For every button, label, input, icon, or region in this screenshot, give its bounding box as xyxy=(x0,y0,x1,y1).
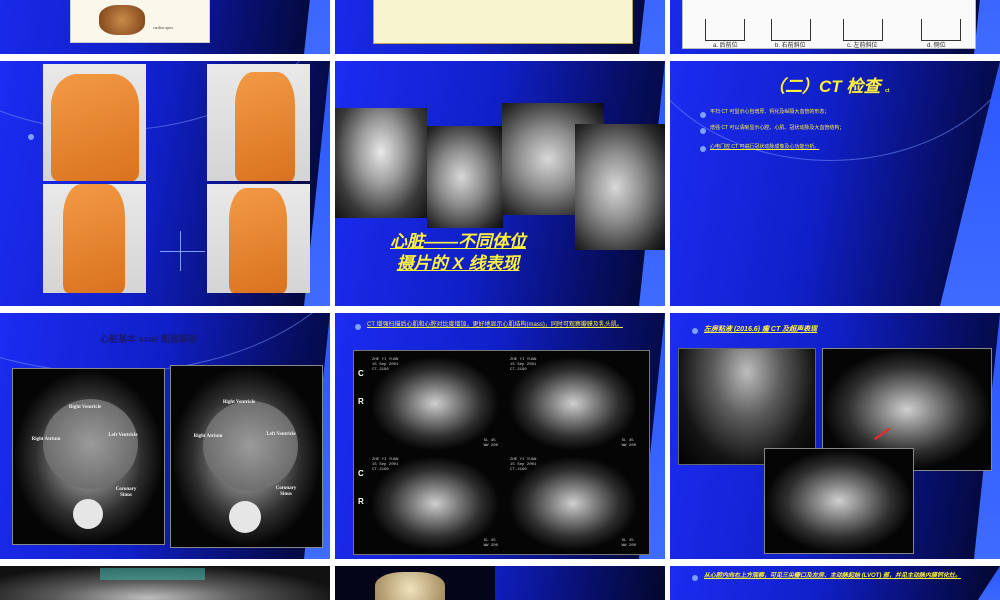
label-right-ventricle: Right Ventricle xyxy=(222,400,256,405)
spine-shadow xyxy=(229,501,261,533)
label-right-atrium: Right Atrium xyxy=(193,434,223,439)
bullet-text-3: 心电门控 CT 可进行冠状动脉成像及心功能分析。 xyxy=(710,144,820,150)
label-right-ventricle: Right Ventricle xyxy=(68,405,102,410)
ct-film-grid: ZHE YI YUAN 15 Sep 2001 CT-2190 SL 45 WW… xyxy=(353,350,650,555)
orientation-marker-r: R xyxy=(358,497,364,506)
diagram-panel xyxy=(373,0,633,44)
slide-r2-c2[interactable]: CT 增强扫描后心肌和心腔对比度增加，更好地显示心肌结构(mass)，同时可观察… xyxy=(335,313,665,559)
bullet-dot xyxy=(700,112,706,118)
heart-shadow xyxy=(203,401,298,491)
view-label-c: c. 左前斜位 xyxy=(847,43,878,49)
label-left-ventricle: Left Ventricle xyxy=(108,433,138,438)
slide-note: 左房粘液 (2016.6) 瘤 CT 及超声表现 xyxy=(704,326,818,333)
bullet-dot xyxy=(692,328,698,334)
slide-corner-decoration xyxy=(974,0,1000,54)
slide-r3-c2[interactable] xyxy=(335,566,665,600)
posture-photo-1 xyxy=(43,64,146,181)
slide-title: 心脏基本 axial 断层解剖 xyxy=(100,334,198,344)
slide-r1-c3[interactable]: （二）CT 检查 ct 平扫 CT 可显示心包增厚、钙化及纵隔大血管的形态； 增… xyxy=(670,61,1000,306)
slide-note: 从心腔内向右上方观察，可见三尖瓣口及左房、主动脉起始 (LVOT) 部，并见主动… xyxy=(704,573,961,579)
ct-panel-1: ZHE YI YUAN 15 Sep 2001 CT-2190 SL 45 WW… xyxy=(370,356,500,451)
heart-specimen-image xyxy=(99,5,145,35)
label-coronary-sinus: Coronary Sinus xyxy=(275,486,297,497)
panel-header: ZHE YI YUAN 15 Sep 2001 CT-2190 xyxy=(372,358,399,372)
slide-note: CT 增强扫描后心肌和心腔对比度增加，更好地显示心肌结构(mass)，同时可观察… xyxy=(367,322,623,328)
slide-r0-c3[interactable]: a. 后前位 b. 右前斜位 c. 左前斜位 d. 侧位 xyxy=(670,0,1000,54)
ct-panel-3: ZHE YI YUAN 15 Sep 2001 CT-2190 SL 45 WW… xyxy=(370,456,500,551)
posture-photo-3 xyxy=(43,184,146,293)
panel-footer: SL 45 WW 200 xyxy=(621,539,636,548)
posture-photo-4 xyxy=(207,184,310,293)
image-overlay-bar xyxy=(100,568,205,580)
title-text: （二）CT 检查 xyxy=(768,77,881,96)
panel-footer: SL 45 WW 200 xyxy=(621,439,636,448)
slide-r1-c2[interactable]: 心脏——不同体位摄片的 X 线表现 xyxy=(335,61,665,306)
heart-outline-d xyxy=(921,19,961,41)
label-coronary-sinus: Coronary Sinus xyxy=(115,487,137,498)
slide-r0-c2[interactable] xyxy=(335,0,665,54)
person-shirt xyxy=(51,74,139,181)
panel-header: ZHE YI YUAN 15 Sep 2001 CT-2190 xyxy=(510,458,537,472)
title-suffix: ct xyxy=(885,88,890,94)
label-right-atrium: Right Atrium xyxy=(31,437,61,442)
illustration-panel: cardiac apex xyxy=(70,0,210,43)
axial-ct-image-left: Right Ventricle Left Ventricle Right Atr… xyxy=(12,368,165,545)
spine-shadow xyxy=(73,499,103,529)
bullet-dot xyxy=(692,575,698,581)
3d-heart-render xyxy=(375,572,445,600)
orientation-marker-c: C xyxy=(358,369,364,378)
panel-header: ZHE YI YUAN 15 Sep 2001 CT-2190 xyxy=(510,358,537,372)
panel-header: ZHE YI YUAN 15 Sep 2001 CT-2190 xyxy=(372,458,399,472)
slide-title: 心脏——不同体位摄片的 X 线表现 xyxy=(390,232,526,273)
slide-r0-c1[interactable]: cardiac apex xyxy=(0,0,330,54)
heart-shadow xyxy=(43,399,138,489)
ct-chest-image-bottom xyxy=(764,448,914,554)
bullet-dot xyxy=(700,146,706,152)
chest-xray-lateral xyxy=(575,124,665,250)
dark-panel xyxy=(335,566,495,600)
chest-xray-pa xyxy=(335,108,427,218)
bullet-text-2: 增强 CT 可以清晰显示心腔、心肌、冠状动脉及大血管结构； xyxy=(710,125,845,131)
chest-xray-rao xyxy=(427,126,503,228)
red-arrow-indicator xyxy=(874,428,890,440)
view-label-d: d. 侧位 xyxy=(927,43,946,49)
slide-r3-c1[interactable] xyxy=(0,566,330,600)
view-label-a: a. 后前位 xyxy=(713,43,738,49)
bullet-dot xyxy=(355,324,361,330)
slide-r2-c3[interactable]: 左房粘液 (2016.6) 瘤 CT 及超声表现 xyxy=(670,313,1000,559)
person-shirt xyxy=(229,188,287,293)
slide-r1-c1[interactable] xyxy=(0,61,330,306)
slide-r2-c1[interactable]: 心脏基本 axial 断层解剖 Right Ventricle Left Ven… xyxy=(0,313,330,559)
bullet-dot xyxy=(28,134,34,140)
heart-outline-c xyxy=(843,19,883,41)
axial-ct-image-right: Right Ventricle Left Ventricle Right Atr… xyxy=(170,365,323,548)
slide-corner-decoration xyxy=(304,0,330,54)
slide-corner-decoration xyxy=(639,0,665,54)
posture-photo-2 xyxy=(207,64,310,181)
slide-title: （二）CT 检查 ct xyxy=(768,72,890,97)
axis-line-horizontal xyxy=(160,251,205,252)
view-diagram-panel: a. 后前位 b. 右前斜位 c. 左前斜位 d. 侧位 xyxy=(682,0,976,49)
label-left-ventricle: Left Ventricle xyxy=(266,432,296,437)
panel-footer: SL 45 WW 200 xyxy=(483,539,498,548)
caption-text: cardiac apex xyxy=(153,25,174,30)
view-label-b: b. 右前斜位 xyxy=(775,43,806,49)
ct-panel-4: ZHE YI YUAN 15 Sep 2001 CT-2190 SL 45 WW… xyxy=(508,456,638,551)
orientation-marker-c: C xyxy=(358,469,364,478)
bullet-text-1: 平扫 CT 可显示心包增厚、钙化及纵隔大血管的形态； xyxy=(710,109,830,115)
slide-r3-c3[interactable]: 从心腔内向右上方观察，可见三尖瓣口及左房、主动脉起始 (LVOT) 部，并见主动… xyxy=(670,566,1000,600)
person-shirt xyxy=(235,72,295,181)
person-shirt xyxy=(63,184,125,293)
bullet-dot xyxy=(700,128,706,134)
ct-panel-2: ZHE YI YUAN 15 Sep 2001 CT-2190 SL 45 WW… xyxy=(508,356,638,451)
heart-outline-a xyxy=(705,19,745,41)
panel-footer: SL 45 WW 200 xyxy=(483,439,498,448)
heart-outline-b xyxy=(771,19,811,41)
orientation-marker-r: R xyxy=(358,397,364,406)
